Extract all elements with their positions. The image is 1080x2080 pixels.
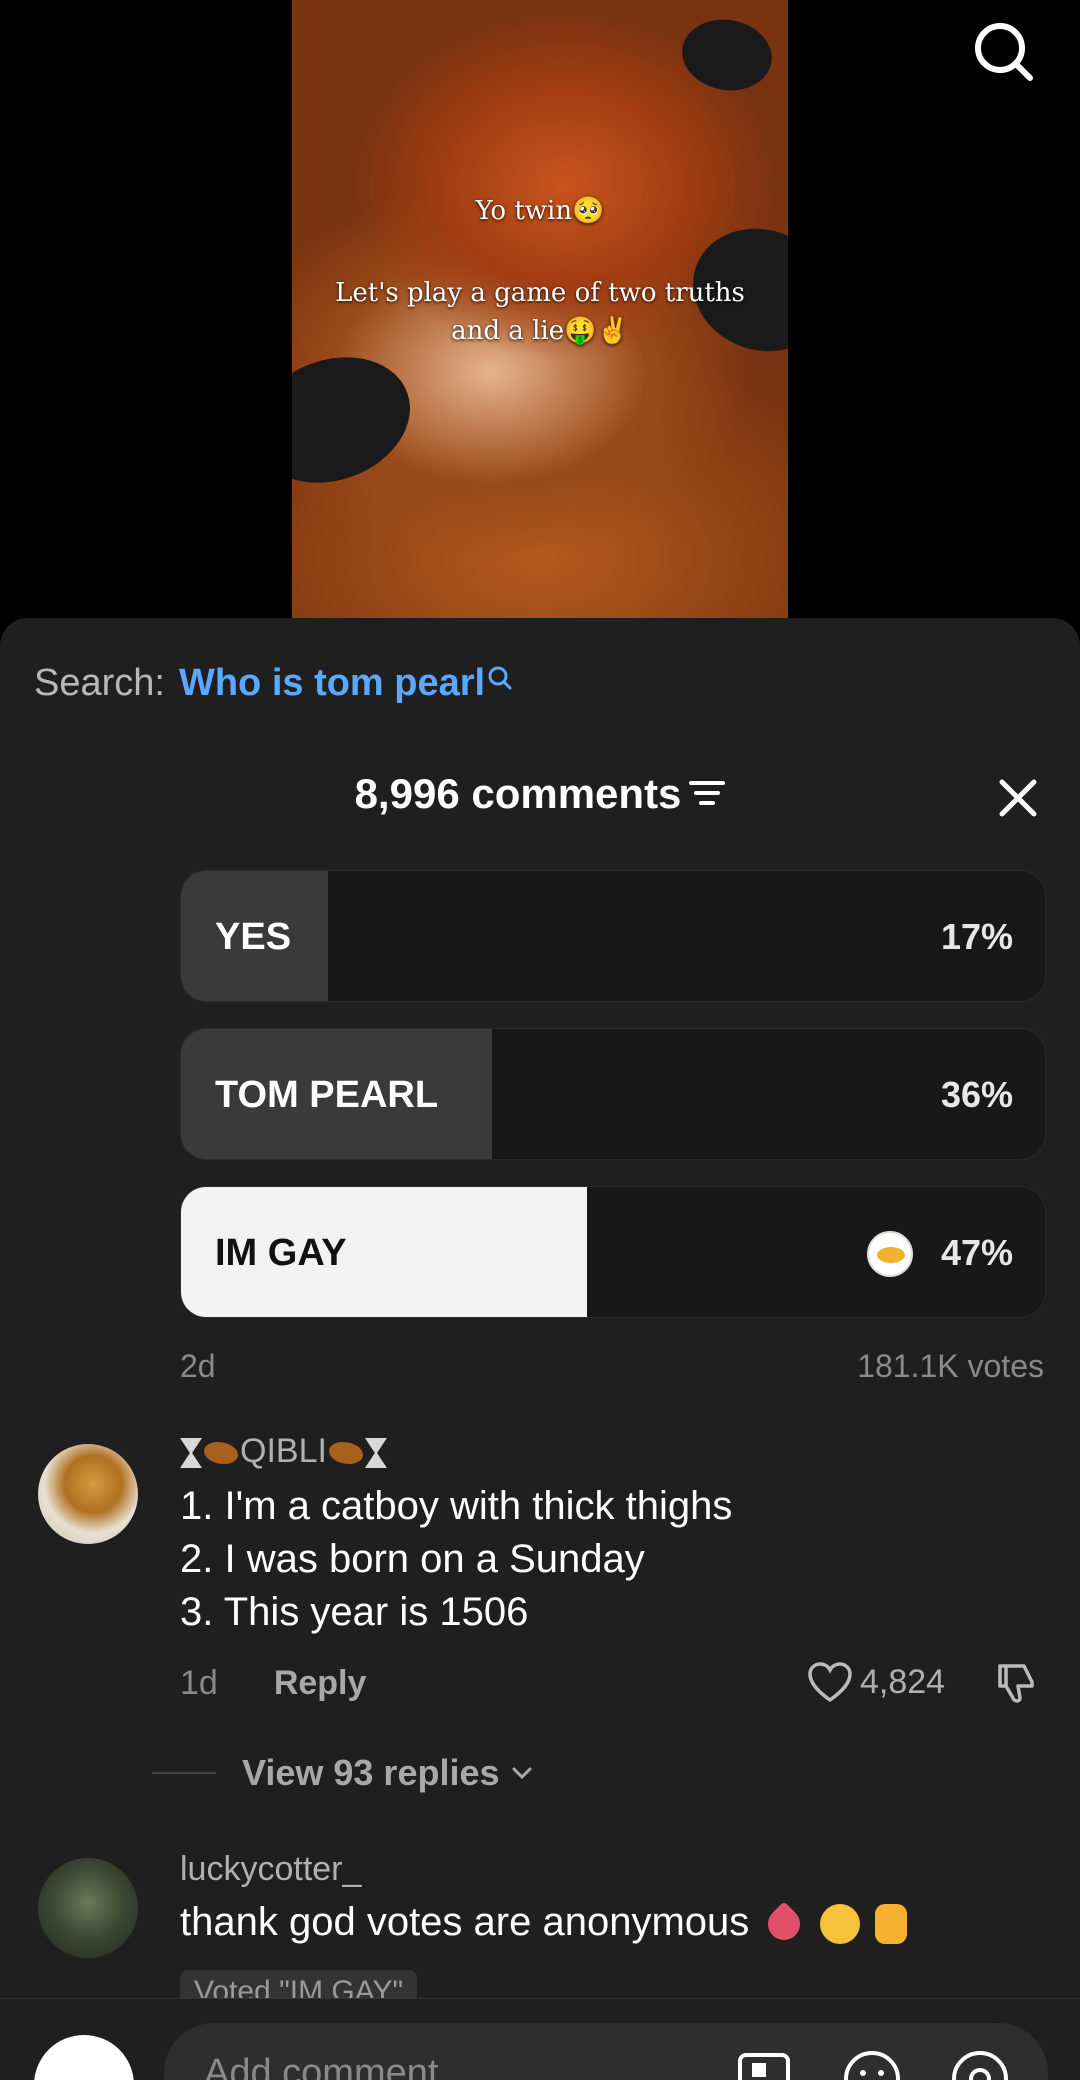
comment-text: 1. I'm a catboy with thick thighs 2. I w… — [180, 1480, 732, 1639]
comments-header: 8,996 comments — [0, 770, 1080, 818]
comment-text: thank god votes are anonymous — [180, 1896, 907, 1949]
crying-face-icon — [819, 1904, 860, 1945]
poll-option-percent: 47% — [940, 1232, 1013, 1273]
comment-line: 2. I was born on a Sunday — [180, 1537, 645, 1581]
like-count: 4,824 — [860, 1662, 946, 1701]
search-icon[interactable] — [968, 16, 1038, 86]
mention-icon[interactable] — [950, 2049, 1010, 2080]
avatar[interactable] — [38, 1858, 138, 1958]
my-avatar[interactable] — [34, 2035, 134, 2080]
image-icon[interactable] — [734, 2049, 794, 2080]
poll-option-percent: 17% — [940, 916, 1013, 957]
reply-button[interactable]: Reply — [274, 1664, 367, 1703]
close-icon[interactable] — [996, 776, 1040, 820]
heart-icon — [808, 1662, 852, 1703]
divider — [152, 1772, 216, 1774]
comment-line: 3. This year is 1506 — [180, 1590, 529, 1634]
video-caption-line1: Yo twin🥺 — [475, 196, 605, 226]
search-suggestion[interactable]: Search: Who is tom pearl — [34, 662, 513, 705]
comment-input[interactable] — [164, 2023, 1048, 2080]
peace-hand-icon — [874, 1904, 907, 1945]
chevron-down-icon — [512, 1767, 532, 1780]
comment-body: thank god votes are anonymous — [180, 1900, 750, 1944]
search-suggestion-query[interactable]: Who is tom pearl — [179, 662, 485, 705]
video-caption-line2: Let's play a game of two truths and a li… — [335, 278, 745, 346]
comment-line: 1. I'm a catboy with thick thighs — [180, 1484, 733, 1528]
comments-count: 8,996 comments — [354, 770, 682, 817]
comment-username[interactable]: QIBLI — [180, 1432, 387, 1471]
poll-age: 2d — [180, 1348, 216, 1384]
emoji-icon[interactable] — [842, 2049, 902, 2080]
dislike-icon[interactable] — [994, 1660, 1040, 1711]
search-icon — [487, 658, 513, 701]
comment-age: 1d — [180, 1664, 218, 1702]
comment-composer-bar — [0, 1998, 1080, 2080]
filter-icon[interactable] — [689, 770, 726, 818]
poll-option-label: TOM PEARL — [215, 1074, 439, 1116]
broken-heart-icon — [761, 1901, 808, 1948]
comment-meta: 1d Reply — [180, 1664, 366, 1703]
comment-username[interactable]: luckycotter_ — [180, 1850, 361, 1889]
avatar[interactable] — [38, 1444, 138, 1544]
poll-option-tom-pearl[interactable]: TOM PEARL 36% — [180, 1028, 1046, 1160]
view-replies-button[interactable]: View 93 replies — [152, 1752, 536, 1794]
poll-option-label: IM GAY — [215, 1232, 347, 1274]
video-area[interactable]: Yo twin🥺 Let's play a game of two truths… — [0, 0, 1080, 640]
glove-shape — [292, 336, 428, 504]
video-frame[interactable]: Yo twin🥺 Let's play a game of two truths… — [292, 0, 788, 620]
lizard-icon — [204, 1442, 238, 1465]
poll-votes: 181.1K votes — [857, 1348, 1044, 1384]
hourglass-icon — [180, 1438, 202, 1469]
view-replies-label: View 93 replies — [242, 1752, 500, 1793]
comments-sheet: Search: Who is tom pearl 8,996 comments … — [0, 618, 1080, 2080]
poll-option-im-gay[interactable]: IM GAY 47% — [180, 1186, 1046, 1318]
poll-option-percent: 36% — [940, 1074, 1013, 1115]
voted-avatar-icon — [867, 1231, 913, 1277]
username-text: QIBLI — [240, 1432, 327, 1470]
like-button[interactable]: 4,824 — [806, 1660, 945, 1704]
poll-option-label: YES — [215, 916, 292, 958]
hourglass-icon — [364, 1438, 387, 1469]
search-suggestion-label: Search: — [34, 662, 165, 704]
glove-shape — [676, 12, 778, 98]
poll-option-yes[interactable]: YES 17% — [180, 870, 1046, 1002]
lizard-icon — [328, 1442, 363, 1465]
